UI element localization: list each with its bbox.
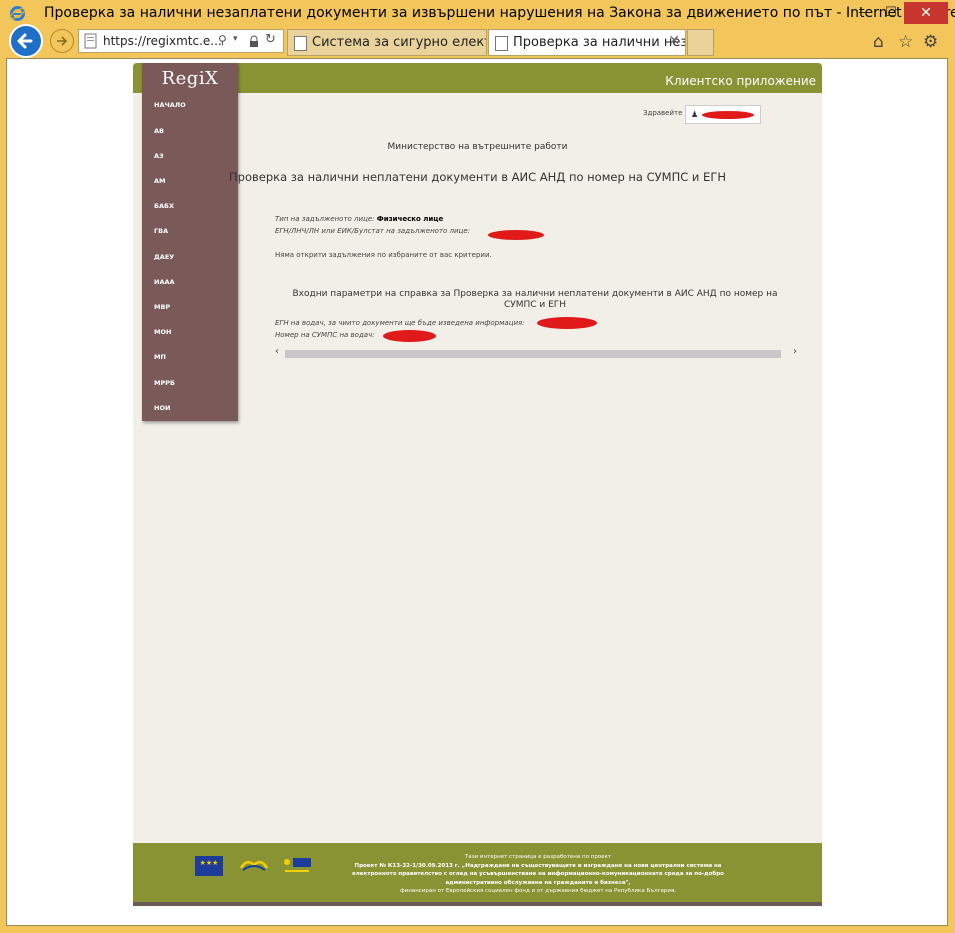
page-icon [495, 36, 508, 51]
no-results-message: Няма открити задължения по избраните от … [275, 251, 492, 259]
regix-logo[interactable]: RegiX [142, 68, 238, 89]
footer-line-4: административно обслужване на гражданите… [445, 879, 631, 886]
sidebar-item-iaaa[interactable]: ИААА [154, 278, 175, 286]
redacted-person-id [488, 230, 544, 240]
footer-line-5: финансиран от Европейския социален фонд … [399, 888, 677, 894]
person-type-label: Тип на задълженото лице: [275, 215, 375, 223]
address-bar[interactable]: https://regixmtc.e... ⚲ ▾ ↻ [78, 29, 284, 53]
page-icon [294, 36, 307, 51]
footer: ★★★ Тази интернет страница е разработена… [133, 843, 822, 906]
sidebar-item-home[interactable]: НАЧАЛО [154, 101, 186, 109]
window-title: Проверка за налични незаплатени документ… [44, 5, 955, 21]
opak-logo-icon [239, 860, 269, 871]
sidebar-item-mvr[interactable]: МВР [154, 303, 170, 311]
internet-explorer-icon [9, 6, 26, 21]
params-title: Входни параметри на справка за Проверка … [292, 289, 778, 310]
footer-logos: ★★★ [195, 854, 315, 882]
lock-icon [249, 33, 258, 47]
page-title: Проверка за налични неплатени документи … [229, 170, 726, 184]
search-icon[interactable]: ⚲ [218, 33, 227, 47]
redacted-license [383, 330, 436, 342]
app-header-title: Клиентско приложение [665, 74, 816, 88]
footer-line-2: Проект № К13-32-1/30.09.2013 г. „Надграж… [354, 862, 722, 869]
sidebar-item-mon[interactable]: МОН [154, 328, 171, 336]
person-type-value: Физическо лице [376, 215, 444, 223]
chevron-left-icon[interactable]: ‹ [275, 346, 279, 357]
esf-logo-icon [284, 858, 311, 872]
license-row: Номер на СУМПС на водач: [275, 331, 375, 339]
horizontal-scrollbar[interactable]: ‹ › [275, 346, 797, 358]
tab-check-documents[interactable]: Проверка за налични неза... ✕ [488, 29, 686, 56]
window-titlebar: Проверка за налични незаплатени документ… [0, 0, 955, 28]
redacted-username [702, 111, 754, 119]
redacted-egn [537, 317, 597, 329]
home-icon[interactable]: ⌂ [873, 32, 884, 52]
eu-flag-icon: ★★★ [195, 856, 223, 876]
settings-gear-icon[interactable]: ⚙ [923, 32, 938, 52]
minimize-button[interactable]: — [852, 2, 878, 24]
person-id-row: ЕГН/ЛНЧ/ЛН или ЕИК/Булстат на задълженот… [275, 227, 470, 235]
regix-app: Клиентско приложение RegiX НАЧАЛО АВ АЗ … [133, 63, 822, 906]
maximize-button[interactable]: ☐ [878, 2, 904, 24]
close-tab-icon[interactable]: ✕ [668, 33, 680, 49]
ministry-name: Министерство на вътрешните работи [387, 142, 568, 152]
arrow-left-icon [17, 33, 33, 49]
address-url: https://regixmtc.e... [103, 34, 222, 48]
egn-label: ЕГН на водач, за чиито документи ще бъде… [275, 319, 525, 327]
sidebar-item-noi[interactable]: НОИ [154, 404, 170, 412]
person-id-label: ЕГН/ЛНЧ/ЛН или ЕИК/Булстат на задълженот… [275, 227, 470, 235]
sidebar-item-av[interactable]: АВ [154, 127, 164, 135]
dropdown-arrow-icon[interactable]: ▾ [233, 34, 238, 44]
greeting-label: Здравейте [643, 109, 683, 117]
user-menu-button[interactable]: ♟ [685, 105, 761, 124]
forward-button[interactable] [50, 29, 74, 53]
refresh-icon[interactable]: ↻ [265, 32, 276, 47]
close-window-button[interactable]: ✕ [904, 2, 948, 24]
sidebar-item-gva[interactable]: ГВА [154, 227, 168, 235]
sidebar-item-az[interactable]: АЗ [154, 152, 164, 160]
footer-text: Тази интернет страница е разработена по … [323, 853, 753, 896]
page-icon [84, 33, 97, 49]
sidebar-item-mrrb[interactable]: МРРБ [154, 379, 175, 387]
scroll-track[interactable] [285, 350, 781, 358]
person-type-row: Тип на задълженото лице: Физическо лице [275, 215, 443, 223]
sidebar-item-mp[interactable]: МП [154, 353, 166, 361]
chevron-right-icon[interactable]: › [793, 346, 797, 357]
sidebar-item-babh[interactable]: БАБХ [154, 202, 174, 210]
footer-line-3: електронното правителство с оглед на усъ… [352, 871, 724, 877]
tab-secure-system[interactable]: Система за сигурно електрон... [287, 29, 487, 56]
back-button[interactable] [9, 24, 43, 58]
arrow-right-icon [57, 36, 68, 46]
user-icon: ♟ [691, 110, 699, 119]
tab-label: Система за сигурно електрон... [312, 35, 486, 50]
tab-label: Проверка за налични неза... [513, 35, 686, 50]
egn-row: ЕГН на водач, за чиито документи ще бъде… [275, 319, 525, 327]
new-tab-button[interactable] [687, 29, 714, 56]
favorites-star-icon[interactable]: ☆ [898, 32, 913, 52]
license-label: Номер на СУМПС на водач: [275, 331, 375, 339]
sidebar-item-daeu[interactable]: ДАЕУ [154, 253, 174, 261]
sidebar: RegiX НАЧАЛО АВ АЗ АМ БАБХ ГВА ДАЕУ ИААА… [142, 63, 238, 421]
footer-line-1: Тази интернет страница е разработена по … [464, 854, 612, 860]
